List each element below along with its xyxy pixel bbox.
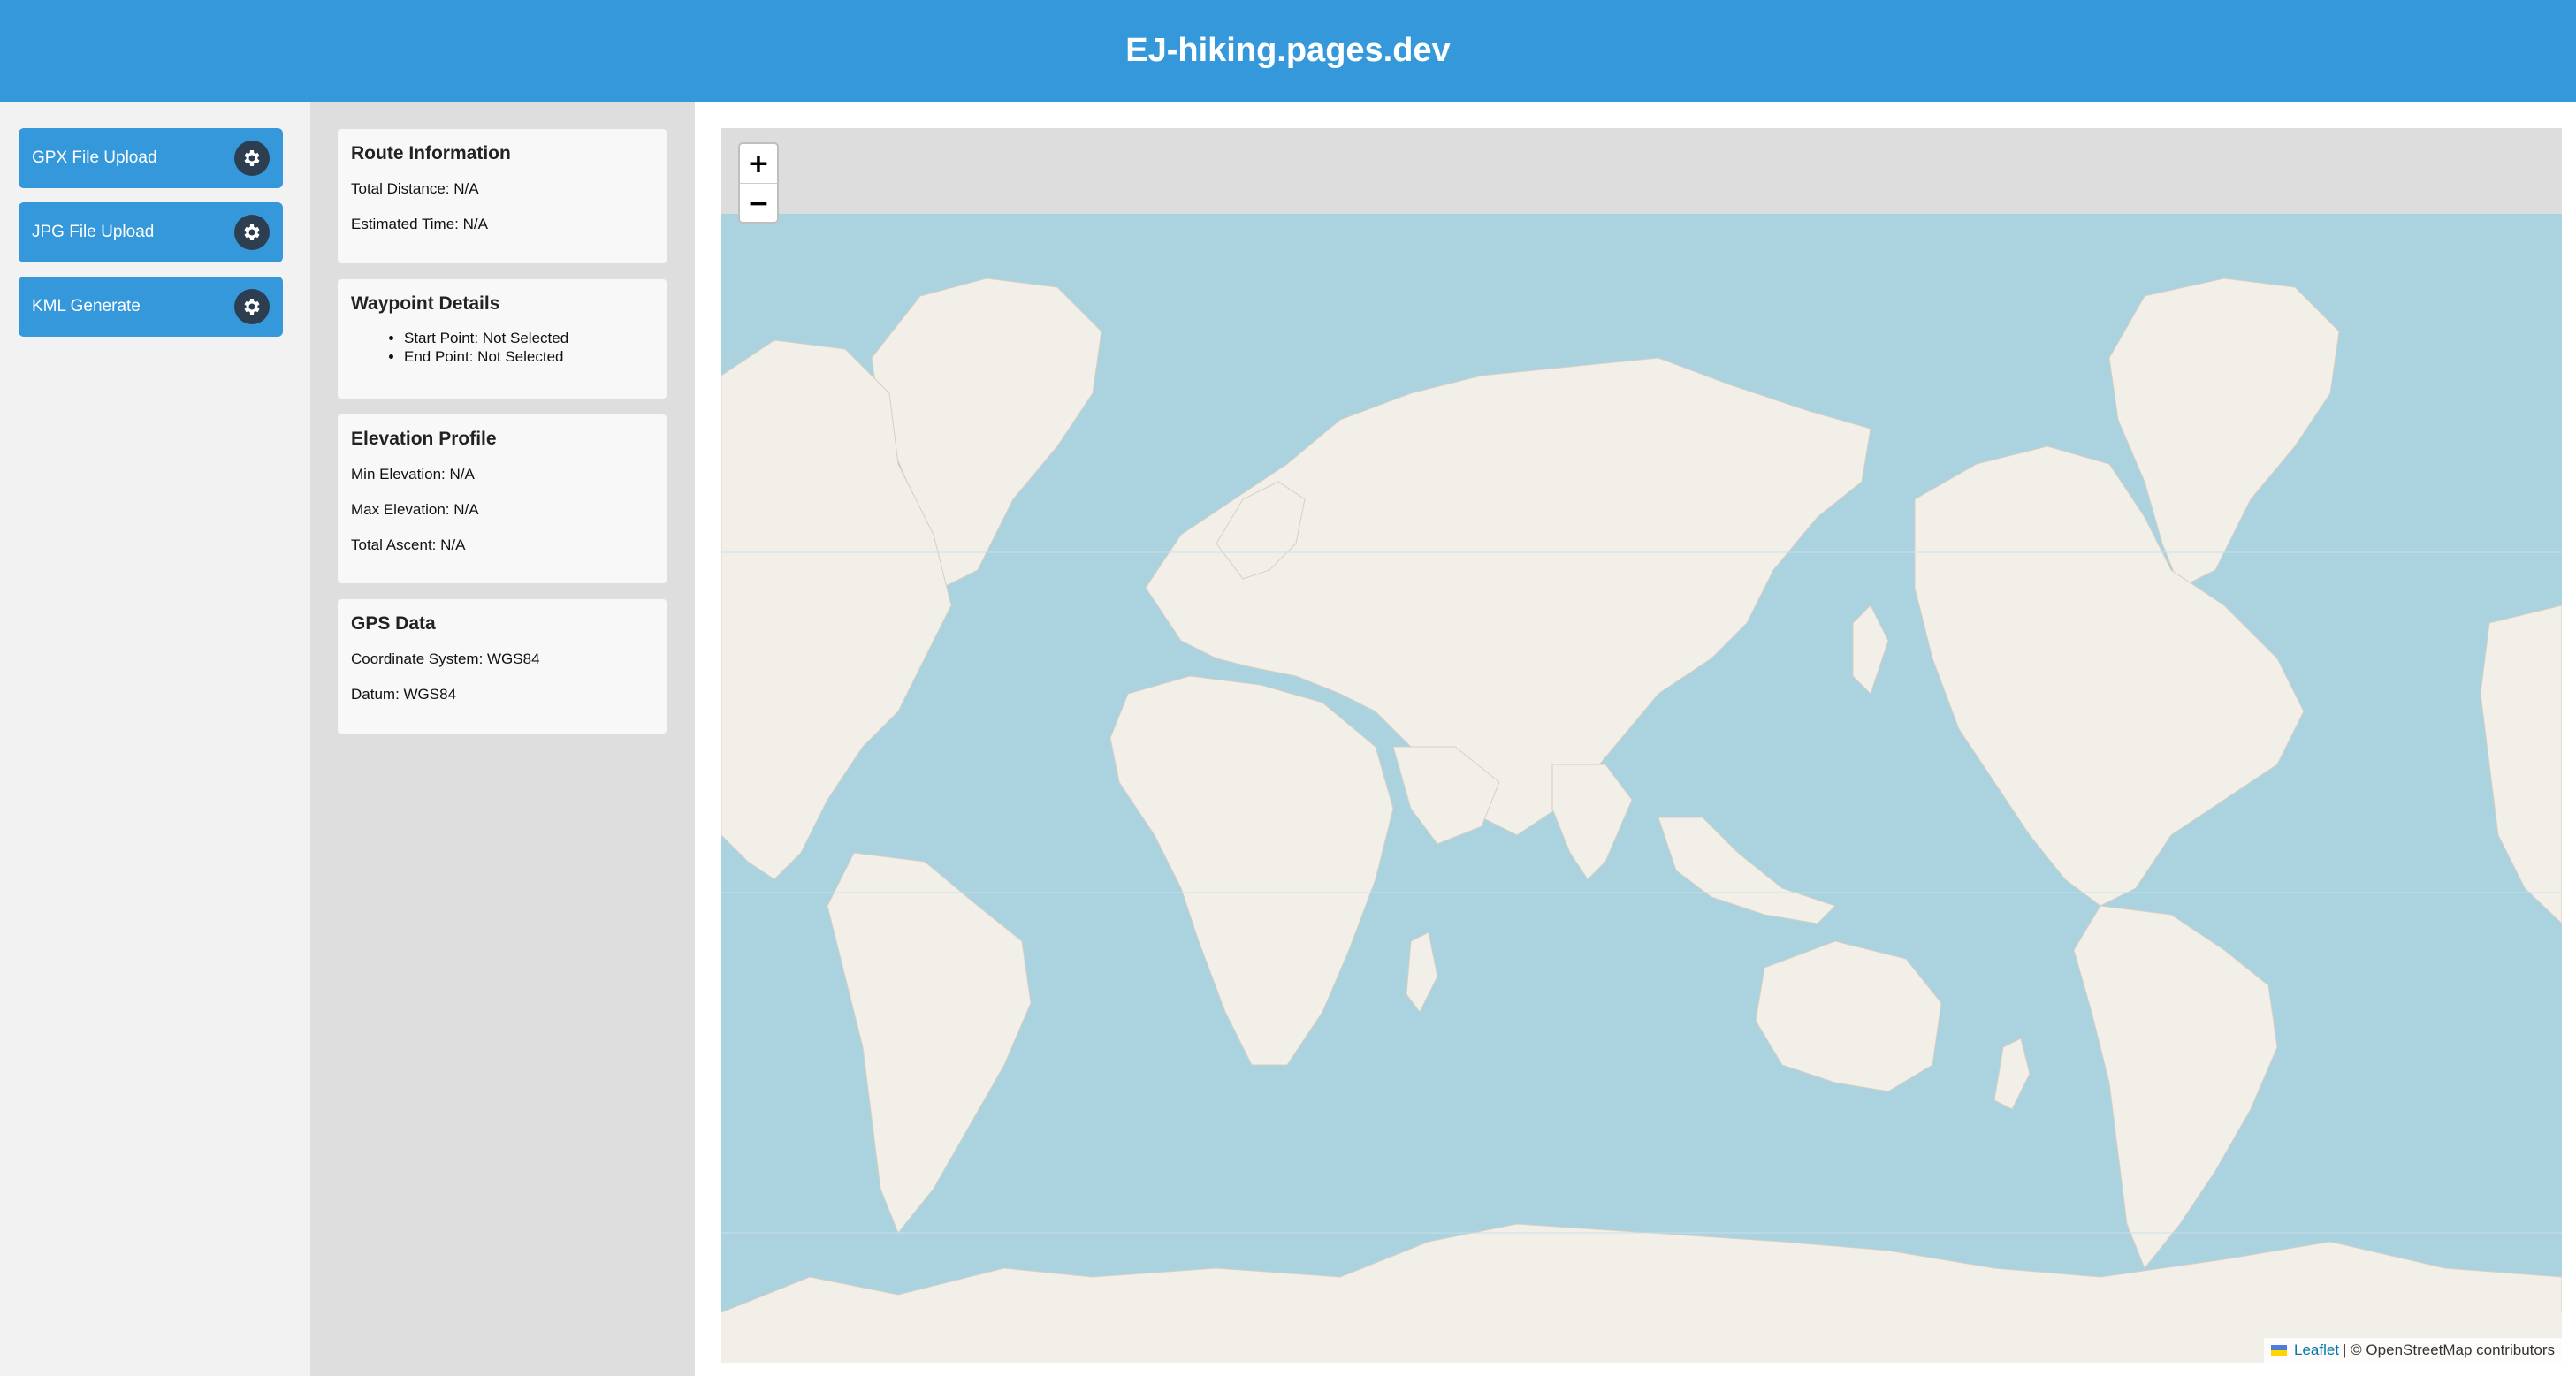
southeast-asia [1658,817,1836,924]
gps-data-title: GPS Data [351,613,436,634]
new-zealand [1993,1038,2031,1110]
india [1551,764,1633,880]
min-elevation: Min Elevation: N/A [351,466,475,483]
kml-generate-button[interactable]: KML Generate [19,277,283,337]
madagascar [1406,931,1438,1013]
zoom-out-button[interactable]: − [740,184,777,222]
world-map-tiles [721,277,2562,1363]
header-bar: EJ-hiking.pages.dev [0,0,2576,102]
zoom-control: + − [738,142,779,224]
south-america-right [2073,905,2278,1269]
estimated-time: Estimated Time: N/A [351,216,488,232]
waypoint-list: Start Point: Not Selected End Point: Not… [351,329,653,366]
south-america-left [827,852,1032,1234]
map-attribution: Leaflet | © OpenStreetMap contributors [2264,1338,2562,1363]
ukraine-flag-icon [2271,1345,2287,1356]
leaflet-link[interactable]: Leaflet [2294,1342,2339,1359]
map-container[interactable]: + − Leaflet | © OpenStreetMap contributo… [721,128,2562,1363]
japan [1852,604,1889,695]
jpg-upload-label: JPG File Upload [32,223,155,241]
route-info-card: Route Information Total Distance: N/A Es… [338,129,667,263]
north-america-right [1914,445,2305,907]
waypoint-details-card: Waypoint Details Start Point: Not Select… [338,279,667,399]
osm-attribution-text: | © OpenStreetMap contributors [2343,1342,2555,1358]
info-panel: Route Information Total Distance: N/A Es… [310,102,695,1376]
start-point: Start Point: Not Selected [404,329,653,347]
australia [1755,940,1942,1092]
elevation-profile-card: Elevation Profile Min Elevation: N/A Max… [338,414,667,583]
elevation-profile-title: Elevation Profile [351,429,497,449]
total-distance: Total Distance: N/A [351,180,479,197]
gear-icon[interactable] [234,215,270,250]
eurasia-right-edge [2480,604,2562,924]
route-info-title: Route Information [351,143,511,163]
datum: Datum: WGS84 [351,686,457,703]
tools-sidebar: GPX File Upload JPG File Upload KML Gene… [0,102,310,1376]
zoom-in-button[interactable]: + [740,144,777,184]
coordinate-system: Coordinate System: WGS84 [351,650,540,667]
max-elevation: Max Elevation: N/A [351,501,479,518]
jpg-upload-button[interactable]: JPG File Upload [19,202,283,262]
gpx-upload-label: GPX File Upload [32,148,157,167]
site-title: EJ-hiking.pages.dev [1125,32,1451,69]
kml-generate-label: KML Generate [32,297,141,315]
waypoint-details-title: Waypoint Details [351,293,500,314]
gpx-upload-button[interactable]: GPX File Upload [19,128,283,188]
gear-icon[interactable] [234,141,270,176]
end-point: End Point: Not Selected [404,347,653,366]
gps-data-card: GPS Data Coordinate System: WGS84 Datum:… [338,599,667,734]
gear-icon[interactable] [234,289,270,324]
africa [1109,675,1394,1066]
total-ascent: Total Ascent: N/A [351,536,466,553]
